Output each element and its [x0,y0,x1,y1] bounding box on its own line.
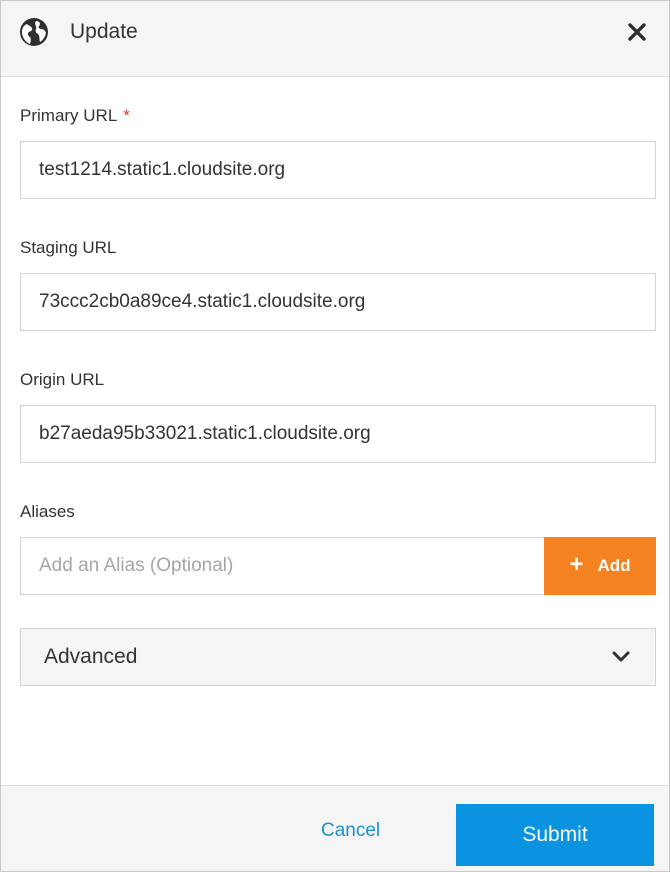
add-alias-label: Add [597,556,631,575]
plus-icon: + [569,551,584,578]
add-alias-button[interactable]: + Add [544,537,656,595]
primary-url-label: Primary URL * [20,106,130,126]
staging-url-field[interactable] [20,273,656,331]
chevron-down-icon [612,651,630,662]
submit-button[interactable]: Submit [456,804,654,866]
alias-input[interactable] [20,537,545,595]
close-icon[interactable] [625,20,649,44]
advanced-section-toggle[interactable]: Advanced [20,628,656,686]
update-dialog: Update Primary URL * Staging URL Origin U… [0,0,670,872]
cancel-button[interactable]: Cancel [321,820,380,842]
advanced-label: Advanced [44,645,138,668]
dialog-header: Update [1,1,669,77]
staging-url-label: Staging URL [20,238,117,257]
origin-url-field[interactable] [20,405,656,463]
dialog-title: Update [70,20,138,43]
required-marker: * [123,106,130,125]
dialog-footer: Cancel Submit [1,785,669,871]
primary-url-label-text: Primary URL [20,106,118,125]
globe-icon [20,18,48,46]
primary-url-field[interactable] [20,141,656,199]
origin-url-label: Origin URL [20,370,105,389]
aliases-label: Aliases [20,502,75,521]
